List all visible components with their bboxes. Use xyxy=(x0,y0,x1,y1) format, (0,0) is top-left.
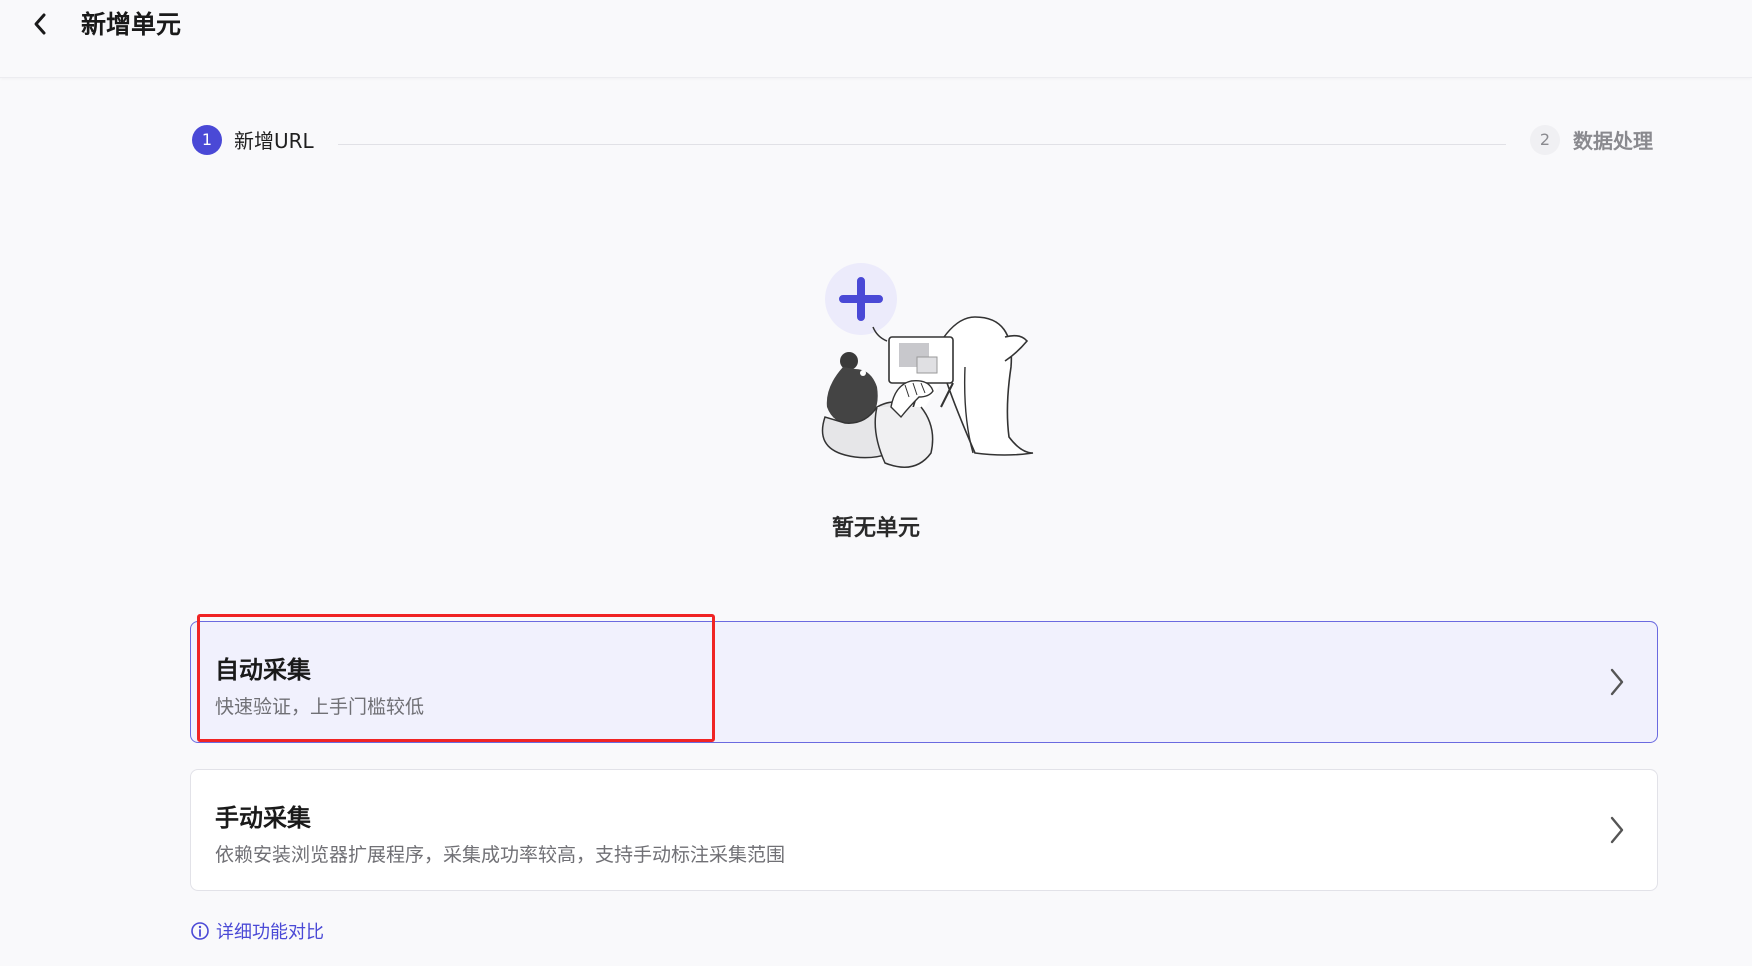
card-title: 手动采集 xyxy=(215,804,311,832)
stepper: 1 新增URL 2 数据处理 xyxy=(0,0,1752,170)
chevron-right-icon xyxy=(1610,816,1624,844)
step-1-label: 新增URL xyxy=(234,129,314,153)
step-2-label: 数据处理 xyxy=(1573,129,1653,153)
step-connector xyxy=(338,144,1506,145)
empty-state-text: 暂无单元 xyxy=(831,516,920,541)
step-2-indicator: 2 xyxy=(1530,125,1560,155)
manual-collect-card[interactable]: 手动采集 依赖安装浏览器扩展程序，采集成功率较高，支持手动标注采集范围 xyxy=(190,769,1658,891)
card-description: 快速验证，上手门槛较低 xyxy=(215,696,425,718)
auto-collect-card[interactable]: 自动采集 快速验证，上手门槛较低 xyxy=(190,621,1658,743)
info-circle-icon xyxy=(190,921,210,941)
feature-compare-link[interactable]: 详细功能对比 xyxy=(190,918,324,944)
card-title: 自动采集 xyxy=(215,656,311,684)
feature-compare-label: 详细功能对比 xyxy=(216,922,324,943)
empty-state-illustration xyxy=(821,263,1034,468)
chevron-right-icon xyxy=(1610,668,1624,696)
step-1-indicator: 1 xyxy=(192,125,222,155)
card-description: 依赖安装浏览器扩展程序，采集成功率较高，支持手动标注采集范围 xyxy=(215,844,786,866)
